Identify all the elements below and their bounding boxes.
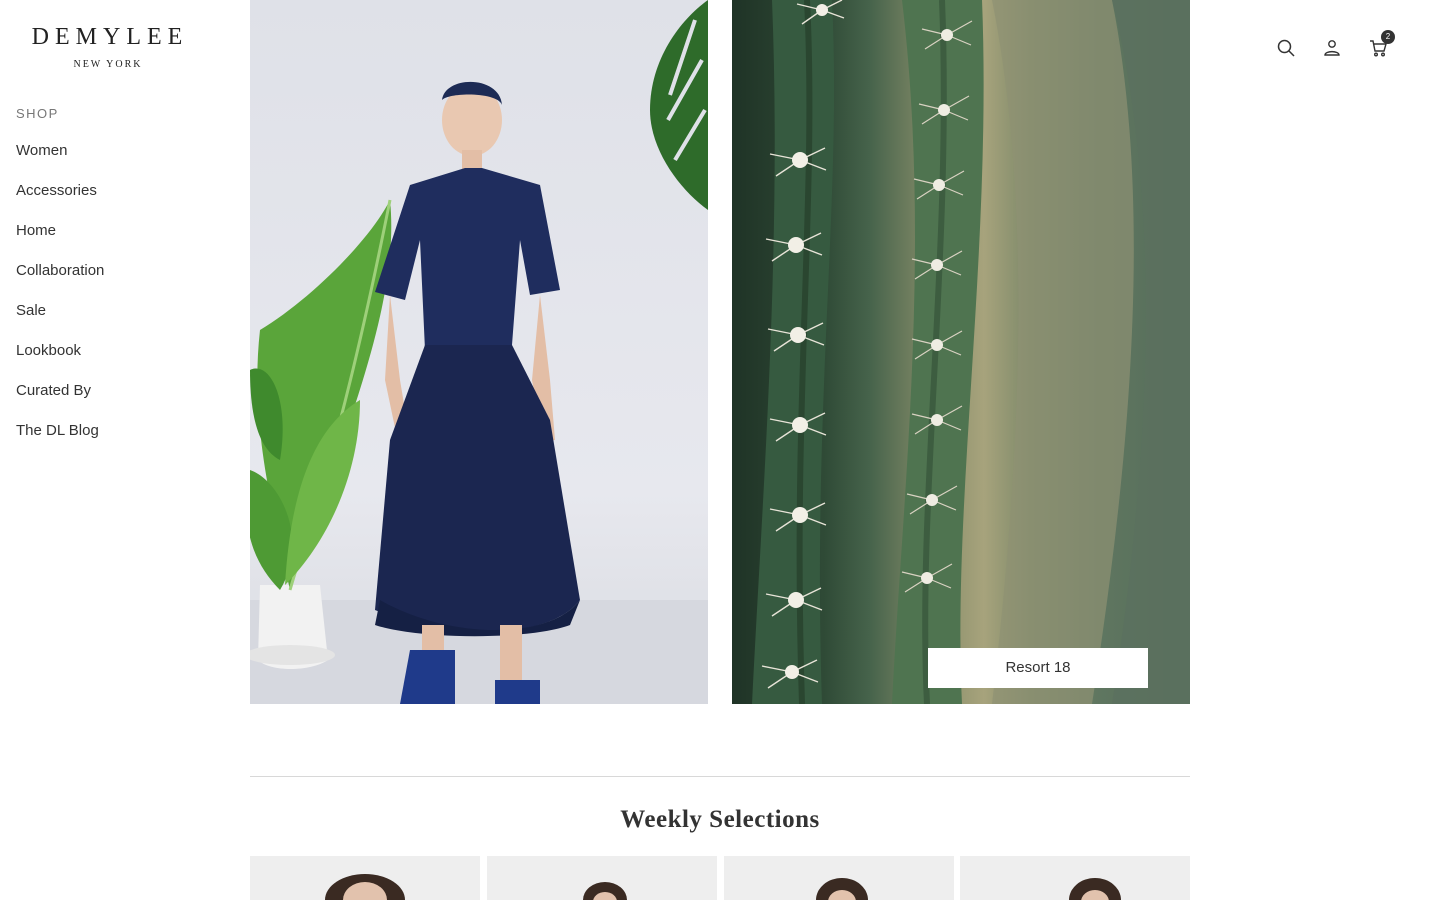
product-card[interactable] [724,856,954,900]
product-image [816,878,868,900]
resort-18-button[interactable]: Resort 18 [928,648,1148,688]
nav-item-lookbook[interactable]: Lookbook [16,340,104,380]
account-icon[interactable] [1318,34,1346,62]
product-image [325,874,405,900]
search-icon[interactable] [1272,34,1300,62]
nav-item-women[interactable]: Women [16,140,104,180]
weekly-products-row [250,856,1190,900]
sidebar: DEMYLEE NEW YORK SHOP Women Accessories … [0,0,250,900]
cactus-illustration [752,0,1190,704]
cart-icon[interactable]: 2 [1364,30,1395,62]
nav-item-curated-by[interactable]: Curated By [16,380,104,420]
shop-nav: Women Accessories Home Collaboration Sal… [16,140,104,460]
nav-item-home[interactable]: Home [16,220,104,260]
nav-item-accessories[interactable]: Accessories [16,180,104,220]
nav-item-sale[interactable]: Sale [16,300,104,340]
cart-count-badge: 2 [1381,30,1395,44]
shop-heading: SHOP [16,106,59,121]
product-image [1069,878,1121,900]
nav-item-dl-blog[interactable]: The DL Blog [16,420,104,460]
weekly-selections-title: Weekly Selections [620,806,820,833]
hero-image-model[interactable] [250,0,708,704]
product-card[interactable] [250,856,480,900]
header-actions: 2 [1268,30,1408,64]
brand-logo[interactable]: DEMYLEE NEW YORK [16,24,200,70]
product-card[interactable] [960,856,1190,900]
product-image [583,882,627,900]
section-divider [250,776,1190,777]
product-card[interactable] [487,856,717,900]
brand-name: DEMYLEE [31,24,189,50]
hero-image-cactus[interactable] [732,0,1190,704]
model-illustration [250,0,708,704]
nav-item-collaboration[interactable]: Collaboration [16,260,104,300]
brand-location: NEW YORK [73,59,143,70]
